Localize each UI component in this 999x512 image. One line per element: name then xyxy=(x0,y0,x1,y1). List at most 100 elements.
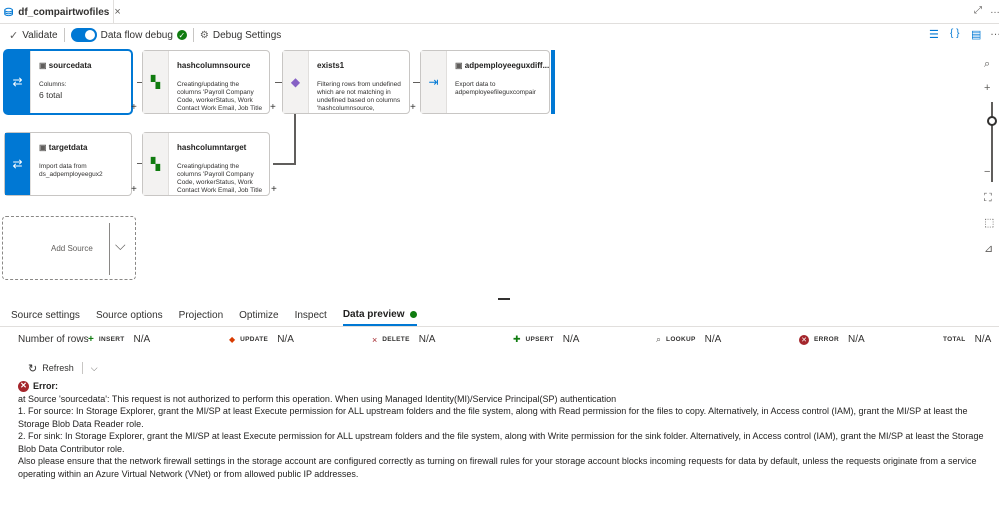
derived-column-icon: ▚ xyxy=(150,75,161,89)
select-region-icon[interactable]: ⬚ xyxy=(984,216,994,229)
refresh-button[interactable]: ↻ Refresh ⌵ xyxy=(28,361,98,375)
connector xyxy=(273,163,295,165)
toggle-switch[interactable] xyxy=(70,28,97,42)
tab-title: df_compairtwofiles xyxy=(18,6,110,18)
add-transform-icon[interactable]: + xyxy=(410,102,416,113)
settings-tab-bar: Source settings Source options Projectio… xyxy=(0,305,999,327)
close-tab-icon[interactable]: × xyxy=(114,6,120,18)
delete-count: × DELETE N/A xyxy=(372,334,436,345)
add-transform-icon[interactable]: + xyxy=(270,102,276,113)
source-icon: ⇄ xyxy=(12,157,23,171)
add-source-label: Add Source xyxy=(51,244,93,253)
node-hashcolumntarget[interactable]: ▚ hashcolumntarget Creating/updating the… xyxy=(142,132,270,196)
add-source-divider xyxy=(109,223,110,275)
overflow-icon[interactable]: … xyxy=(990,26,999,38)
auto-align-icon[interactable]: ⊿ xyxy=(984,242,993,255)
search-icon[interactable]: ⌕ xyxy=(984,58,990,71)
debug-settings-icon: ⚙ xyxy=(199,29,209,41)
row-counts: Number of rows + INSERT N/A ◆ UPDATE N/A… xyxy=(0,334,999,350)
error-heading: ✕ Error: xyxy=(18,380,993,393)
file-icon: ▣ xyxy=(39,61,47,70)
node-title: ▣ sourcedata xyxy=(39,61,92,70)
update-icon: ◆ xyxy=(229,335,236,344)
error-count: ✕ ERROR N/A xyxy=(799,334,865,345)
source-icon-strip: ⇄ xyxy=(5,133,31,195)
node-title: hashcolumnsource xyxy=(177,61,251,70)
transform-icon-strip: ◆ xyxy=(283,51,309,113)
sink-icon-strip: ⇥ xyxy=(421,51,447,113)
node-title: ▣ targetdata xyxy=(39,143,88,152)
node-description: Import data from ds_adpemployeegux2 xyxy=(39,163,103,178)
error-title: Error: xyxy=(33,381,59,391)
delete-icon: × xyxy=(372,334,378,345)
exists-icon: ◆ xyxy=(290,75,301,89)
transform-icon-strip: ▚ xyxy=(143,133,169,195)
debug-status-check-icon: ✓ xyxy=(176,30,187,40)
node-description: Filtering rows from undefined which are … xyxy=(317,81,401,112)
dataflow-icon: ⛁ xyxy=(4,6,14,19)
rows-label: Number of rows xyxy=(18,334,89,345)
error-line: Also please ensure that the network fire… xyxy=(18,456,977,479)
zoom-in-icon[interactable]: + xyxy=(984,82,990,94)
fit-to-screen-icon[interactable]: ⛶ xyxy=(984,192,992,205)
status-dot-icon xyxy=(409,310,417,318)
expand-icon[interactable]: ⤢ xyxy=(974,5,982,16)
error-line: 1. For source: In Storage Explorer, gran… xyxy=(18,406,968,429)
toolbar-divider xyxy=(63,28,65,42)
node-exists1[interactable]: ◆ exists1 Filtering rows from undefined … xyxy=(282,50,410,114)
upsert-icon: ✚ xyxy=(513,334,521,344)
upsert-count: ✚ UPSERT N/A xyxy=(513,334,580,345)
tab-source-settings[interactable]: Source settings xyxy=(11,304,80,326)
lookup-count: ⌕ LOOKUP N/A xyxy=(656,334,722,345)
zoom-slider-track[interactable] xyxy=(991,102,993,182)
tab-data-preview-label: Data preview xyxy=(342,308,405,320)
error-message: ✕ Error: at Source 'sourcedata': This re… xyxy=(18,380,993,480)
node-targetdata[interactable]: ⇄ ▣ targetdata Import data from ds_adpem… xyxy=(4,132,132,196)
source-icon-strip: ⇄ xyxy=(5,51,31,113)
node-description: Export data to adpemployeefileguxcompair xyxy=(455,81,536,96)
check-icon: ✓ xyxy=(9,29,19,42)
more-icon[interactable]: … xyxy=(990,5,999,16)
insert-count: + INSERT N/A xyxy=(88,334,151,345)
chevron-down-icon[interactable]: ⌵ xyxy=(115,237,126,254)
tab-optimize[interactable]: Optimize xyxy=(239,304,278,326)
chevron-down-icon[interactable]: ⌵ xyxy=(91,363,98,374)
tab-inspect[interactable]: Inspect xyxy=(295,304,327,326)
sink-end-marker xyxy=(551,50,555,114)
node-hashcolumnsource[interactable]: ▚ hashcolumnsource Creating/updating the… xyxy=(142,50,270,114)
node-title: ▣ adpemployeeguxdiff... xyxy=(455,61,550,70)
node-description: Creating/updating the columns 'Payroll C… xyxy=(177,81,263,112)
source-icon: ⇄ xyxy=(12,75,23,89)
validate-button[interactable]: ✓ Validate xyxy=(9,29,58,42)
zoom-out-icon[interactable]: − xyxy=(984,166,990,178)
tab-df-compairtwofiles[interactable]: ⛁ df_compairtwofiles × xyxy=(0,0,121,24)
zoom-slider-thumb[interactable] xyxy=(987,116,997,126)
code-view-icon[interactable]: ☰ xyxy=(929,28,939,41)
toolbar-divider xyxy=(192,28,194,42)
debug-settings-button[interactable]: ⚙ Debug Settings xyxy=(200,30,281,41)
sink-icon: ⇥ xyxy=(428,75,439,89)
total-count: TOTAL N/A xyxy=(943,334,992,345)
document-tab-bar: ⛁ df_compairtwofiles × ⤢ … xyxy=(0,0,999,24)
dataflow-canvas[interactable]: ⇄ ▣ sourcedata Columns: 6 total + ▚ hash… xyxy=(0,46,999,296)
tab-data-preview[interactable]: Data preview xyxy=(342,304,417,326)
dataflow-debug-label: Data flow debug xyxy=(100,29,173,41)
add-source-tile[interactable]: Add Source ⌵ xyxy=(2,216,136,280)
error-line: at Source 'sourcedata': This request is … xyxy=(18,393,617,404)
pane-splitter[interactable] xyxy=(498,298,510,300)
add-transform-icon[interactable]: + xyxy=(271,184,277,195)
dataflow-debug-toggle[interactable]: Data flow debug ✓ xyxy=(70,28,187,42)
transform-icon-strip: ▚ xyxy=(143,51,169,113)
properties-icon[interactable]: ▤ xyxy=(971,28,981,41)
json-icon[interactable]: { } xyxy=(950,28,959,39)
tab-source-options[interactable]: Source options xyxy=(96,304,163,326)
node-sourcedata[interactable]: ⇄ ▣ sourcedata Columns: 6 total xyxy=(4,50,132,114)
toolbar: ✓ Validate Data flow debug ✓ ⚙ Debug Set… xyxy=(0,24,999,46)
tab-projection[interactable]: Projection xyxy=(179,304,223,326)
error-line: 2. For sink: In Storage Explorer, grant … xyxy=(18,431,984,454)
add-transform-icon[interactable]: + xyxy=(131,184,137,195)
node-description: Columns: 6 total xyxy=(39,81,67,100)
add-transform-icon[interactable]: + xyxy=(131,102,137,113)
insert-icon: + xyxy=(88,334,94,345)
node-sink[interactable]: ⇥ ▣ adpemployeeguxdiff... Export data to… xyxy=(420,50,550,114)
